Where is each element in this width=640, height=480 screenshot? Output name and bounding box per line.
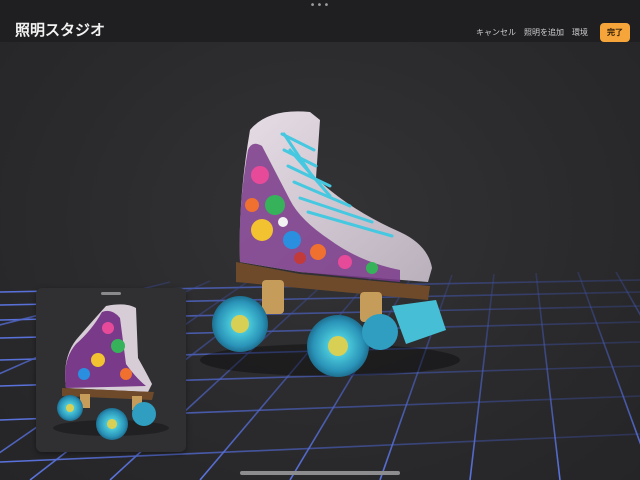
add-light-button[interactable]: 照明を追加 — [524, 27, 564, 38]
page-title: 照明スタジオ — [15, 21, 106, 39]
preview-skate-svg — [53, 304, 169, 440]
lighting-studio-app: ••• 照明スタジオ キャンセル 照明を追加 環境 完了 — [0, 0, 640, 480]
window-grabber-icon[interactable]: ••• — [0, 1, 640, 11]
nav-actions: キャンセル 照明を追加 環境 完了 — [468, 23, 630, 42]
3d-viewport[interactable] — [0, 42, 640, 480]
cancel-button[interactable]: キャンセル — [476, 27, 516, 38]
roller-skate-model — [200, 111, 460, 377]
top-bar: ••• 照明スタジオ キャンセル 照明を追加 環境 完了 — [0, 0, 640, 42]
done-button[interactable]: 完了 — [600, 23, 630, 42]
environment-button[interactable]: 環境 — [572, 27, 588, 38]
home-indicator[interactable] — [240, 471, 400, 475]
preview-thumbnail-panel[interactable] — [36, 288, 186, 452]
